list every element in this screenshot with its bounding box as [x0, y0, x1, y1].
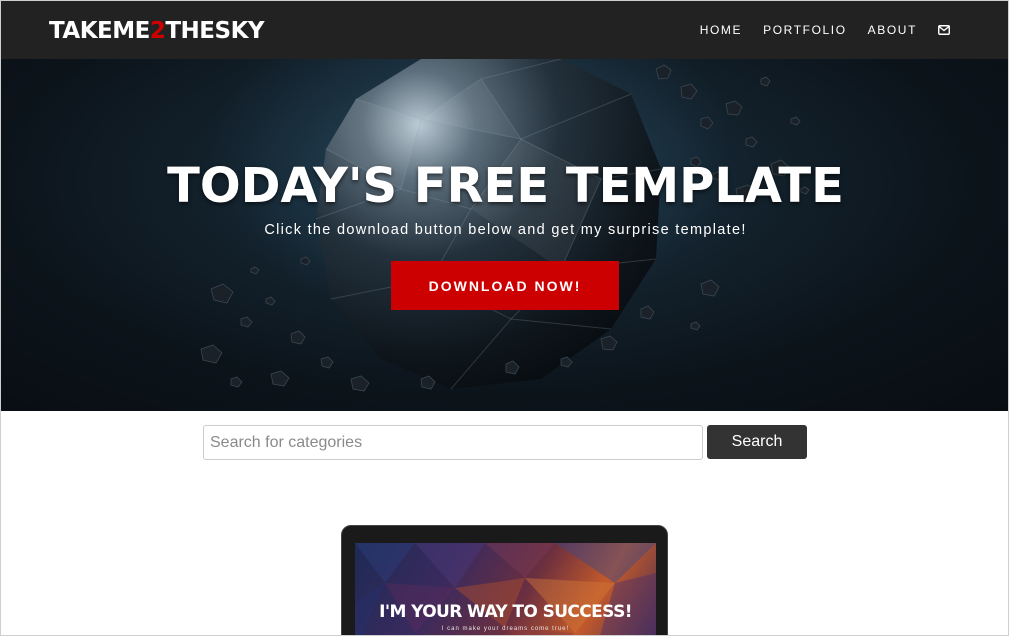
preview-headline: I'M YOUR WAY TO SUCCESS!	[379, 602, 632, 622]
brand-suffix: THESKY	[165, 18, 265, 44]
nav-link-home[interactable]: HOME	[700, 21, 742, 39]
hero-banner: TODAY'S FREE TEMPLATE Click the download…	[1, 59, 1008, 411]
category-search-input[interactable]	[203, 425, 703, 460]
nav-links: HOME PORTFOLIO ABOUT	[679, 21, 952, 39]
page: TAKEME2THESKY HOME PORTFOLIO ABOUT TODAY…	[0, 0, 1009, 636]
nav-link-portfolio[interactable]: PORTFOLIO	[763, 21, 847, 39]
envelope-icon[interactable]	[938, 21, 952, 39]
download-now-button[interactable]: DOWNLOAD NOW!	[391, 261, 619, 310]
nav-link-about[interactable]: ABOUT	[868, 21, 917, 39]
hero-subtitle: Click the download button below and get …	[264, 222, 747, 238]
laptop-screen: I'M YOUR WAY TO SUCCESS! I can make your…	[355, 543, 656, 635]
laptop-preview[interactable]: I'M YOUR WAY TO SUCCESS! I can make your…	[341, 525, 668, 635]
hero-title: TODAY'S FREE TEMPLATE	[167, 158, 844, 214]
brand-logo[interactable]: TAKEME2THESKY	[49, 16, 265, 46]
search-button[interactable]: Search	[707, 425, 807, 459]
top-navbar: TAKEME2THESKY HOME PORTFOLIO ABOUT	[1, 1, 1008, 59]
brand-accent: 2	[149, 18, 166, 44]
brand-prefix: TAKEME	[49, 18, 150, 44]
preview-tagline: I can make your dreams come true!	[441, 626, 570, 632]
